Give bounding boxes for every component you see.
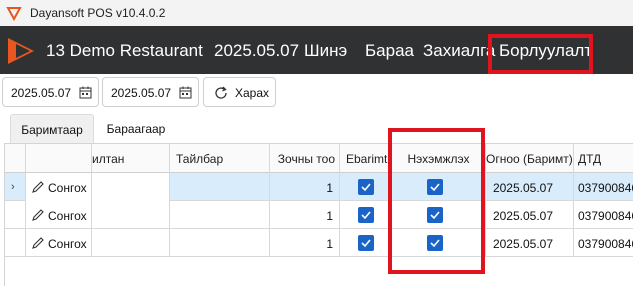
title-bar: Dayansoft POS v10.4.0.2 [0, 0, 633, 26]
edit-cell[interactable]: Сонгох [26, 173, 92, 201]
row-pointer-icon: › [11, 181, 15, 193]
invoice-cell [392, 201, 486, 229]
header-receipt-date[interactable]: Огноо (Баримт) [486, 144, 574, 173]
description-cell [170, 173, 270, 201]
view-button[interactable]: Харах [203, 77, 276, 107]
main-menubar: 13 Demo Restaurant 2025.05.07 Шинэ Бараа… [0, 26, 633, 74]
receipt-date-cell: 2025.05.07 [486, 201, 574, 229]
header-invoice[interactable]: Нэхэмжлэх [392, 144, 486, 173]
filter-toolbar: 2025.05.07 2025.05.07 Харах [0, 74, 633, 110]
header-dtd[interactable]: ДТД [574, 144, 633, 173]
invoice-cell [392, 229, 486, 257]
row-indicator: › [5, 173, 26, 201]
row-indicator [5, 229, 26, 257]
select-label: Сонгох [48, 237, 87, 251]
receipt-date-cell: 2025.05.07 [486, 173, 574, 201]
window-title: Dayansoft POS v10.4.0.2 [30, 6, 166, 20]
row-indicator [5, 201, 26, 229]
grid-header: илтан Тайлбар Зочны тоо Ebarimt Нэхэмжлэ… [5, 144, 633, 173]
refresh-icon [215, 86, 227, 99]
description-cell [170, 201, 270, 229]
business-date: 2025.05.07 [214, 41, 300, 60]
date-to-value: 2025.05.07 [111, 86, 172, 100]
ebarimt-cell [340, 201, 392, 229]
header-edit-cell [26, 144, 92, 173]
tab-by-goods[interactable]: Бараагаар [100, 114, 172, 143]
header-ebarimt[interactable]: Ebarimt [340, 144, 392, 173]
ebarimt-checkbox[interactable] [358, 235, 374, 251]
table-row[interactable]: › Сонгох 1 2025.05.07 037900846 [5, 173, 633, 201]
pos-window: Dayansoft POS v10.4.0.2 13 Demo Restaura… [0, 0, 633, 286]
invoice-cell [392, 173, 486, 201]
brand-logo-icon [8, 38, 34, 64]
edit-cell[interactable]: Сонгох [26, 229, 92, 257]
guest-count-cell: 1 [270, 173, 340, 201]
ebarimt-cell [340, 173, 392, 201]
calendar-icon[interactable] [179, 86, 192, 99]
calendar-icon[interactable] [79, 86, 92, 99]
invoice-checkbox[interactable] [427, 207, 443, 223]
table-row[interactable]: Сонгох 1 2025.05.07 037900846 [5, 201, 633, 229]
dtd-cell: 037900846 [578, 181, 633, 195]
edit-cell[interactable]: Сонгох [26, 201, 92, 229]
header-waiter[interactable]: илтан [92, 144, 170, 173]
select-label: Сонгох [48, 181, 87, 195]
view-tabs: Баримтаар Бараагаар [0, 110, 633, 143]
waiter-cell [92, 229, 170, 257]
menu-item-goods[interactable]: Бараа [365, 41, 414, 61]
ebarimt-checkbox[interactable] [358, 179, 374, 195]
invoice-checkbox[interactable] [427, 179, 443, 195]
waiter-cell [92, 201, 170, 229]
pencil-icon [32, 209, 44, 221]
menu-item-new[interactable]: Шинэ [304, 41, 347, 61]
menu-item-sales[interactable]: Борлуулалт [499, 41, 592, 61]
ebarimt-cell [340, 229, 392, 257]
receipt-date-cell: 2025.05.07 [486, 229, 574, 257]
guest-count-cell: 1 [270, 201, 340, 229]
app-logo-icon [6, 7, 22, 21]
table-row[interactable]: Сонгох 1 2025.05.07 037900846 [5, 229, 633, 257]
description-cell [170, 229, 270, 257]
header-description[interactable]: Тайлбар [170, 144, 270, 173]
ebarimt-checkbox[interactable] [358, 207, 374, 223]
pencil-icon [32, 181, 44, 193]
restaurant-name: 13 Demo Restaurant [46, 41, 203, 60]
guest-count-cell: 1 [270, 229, 340, 257]
date-from-picker[interactable]: 2025.05.07 [2, 77, 99, 107]
select-label: Сонгох [48, 209, 87, 223]
date-from-value: 2025.05.07 [11, 86, 72, 100]
date-to-picker[interactable]: 2025.05.07 [102, 77, 199, 107]
dtd-cell: 037900846 [578, 237, 633, 251]
sales-grid: илтан Тайлбар Зочны тоо Ebarimt Нэхэмжлэ… [4, 143, 633, 286]
view-button-label: Харах [235, 86, 270, 100]
waiter-cell [92, 173, 170, 201]
invoice-checkbox[interactable] [427, 235, 443, 251]
header-indicator-cell [5, 144, 26, 173]
menu-item-orders[interactable]: Захиалга [423, 41, 495, 61]
tab-by-receipt[interactable]: Баримтаар [10, 114, 94, 143]
dtd-cell: 037900846 [578, 209, 633, 223]
pencil-icon [32, 237, 44, 249]
header-guest-count[interactable]: Зочны тоо [270, 144, 340, 173]
